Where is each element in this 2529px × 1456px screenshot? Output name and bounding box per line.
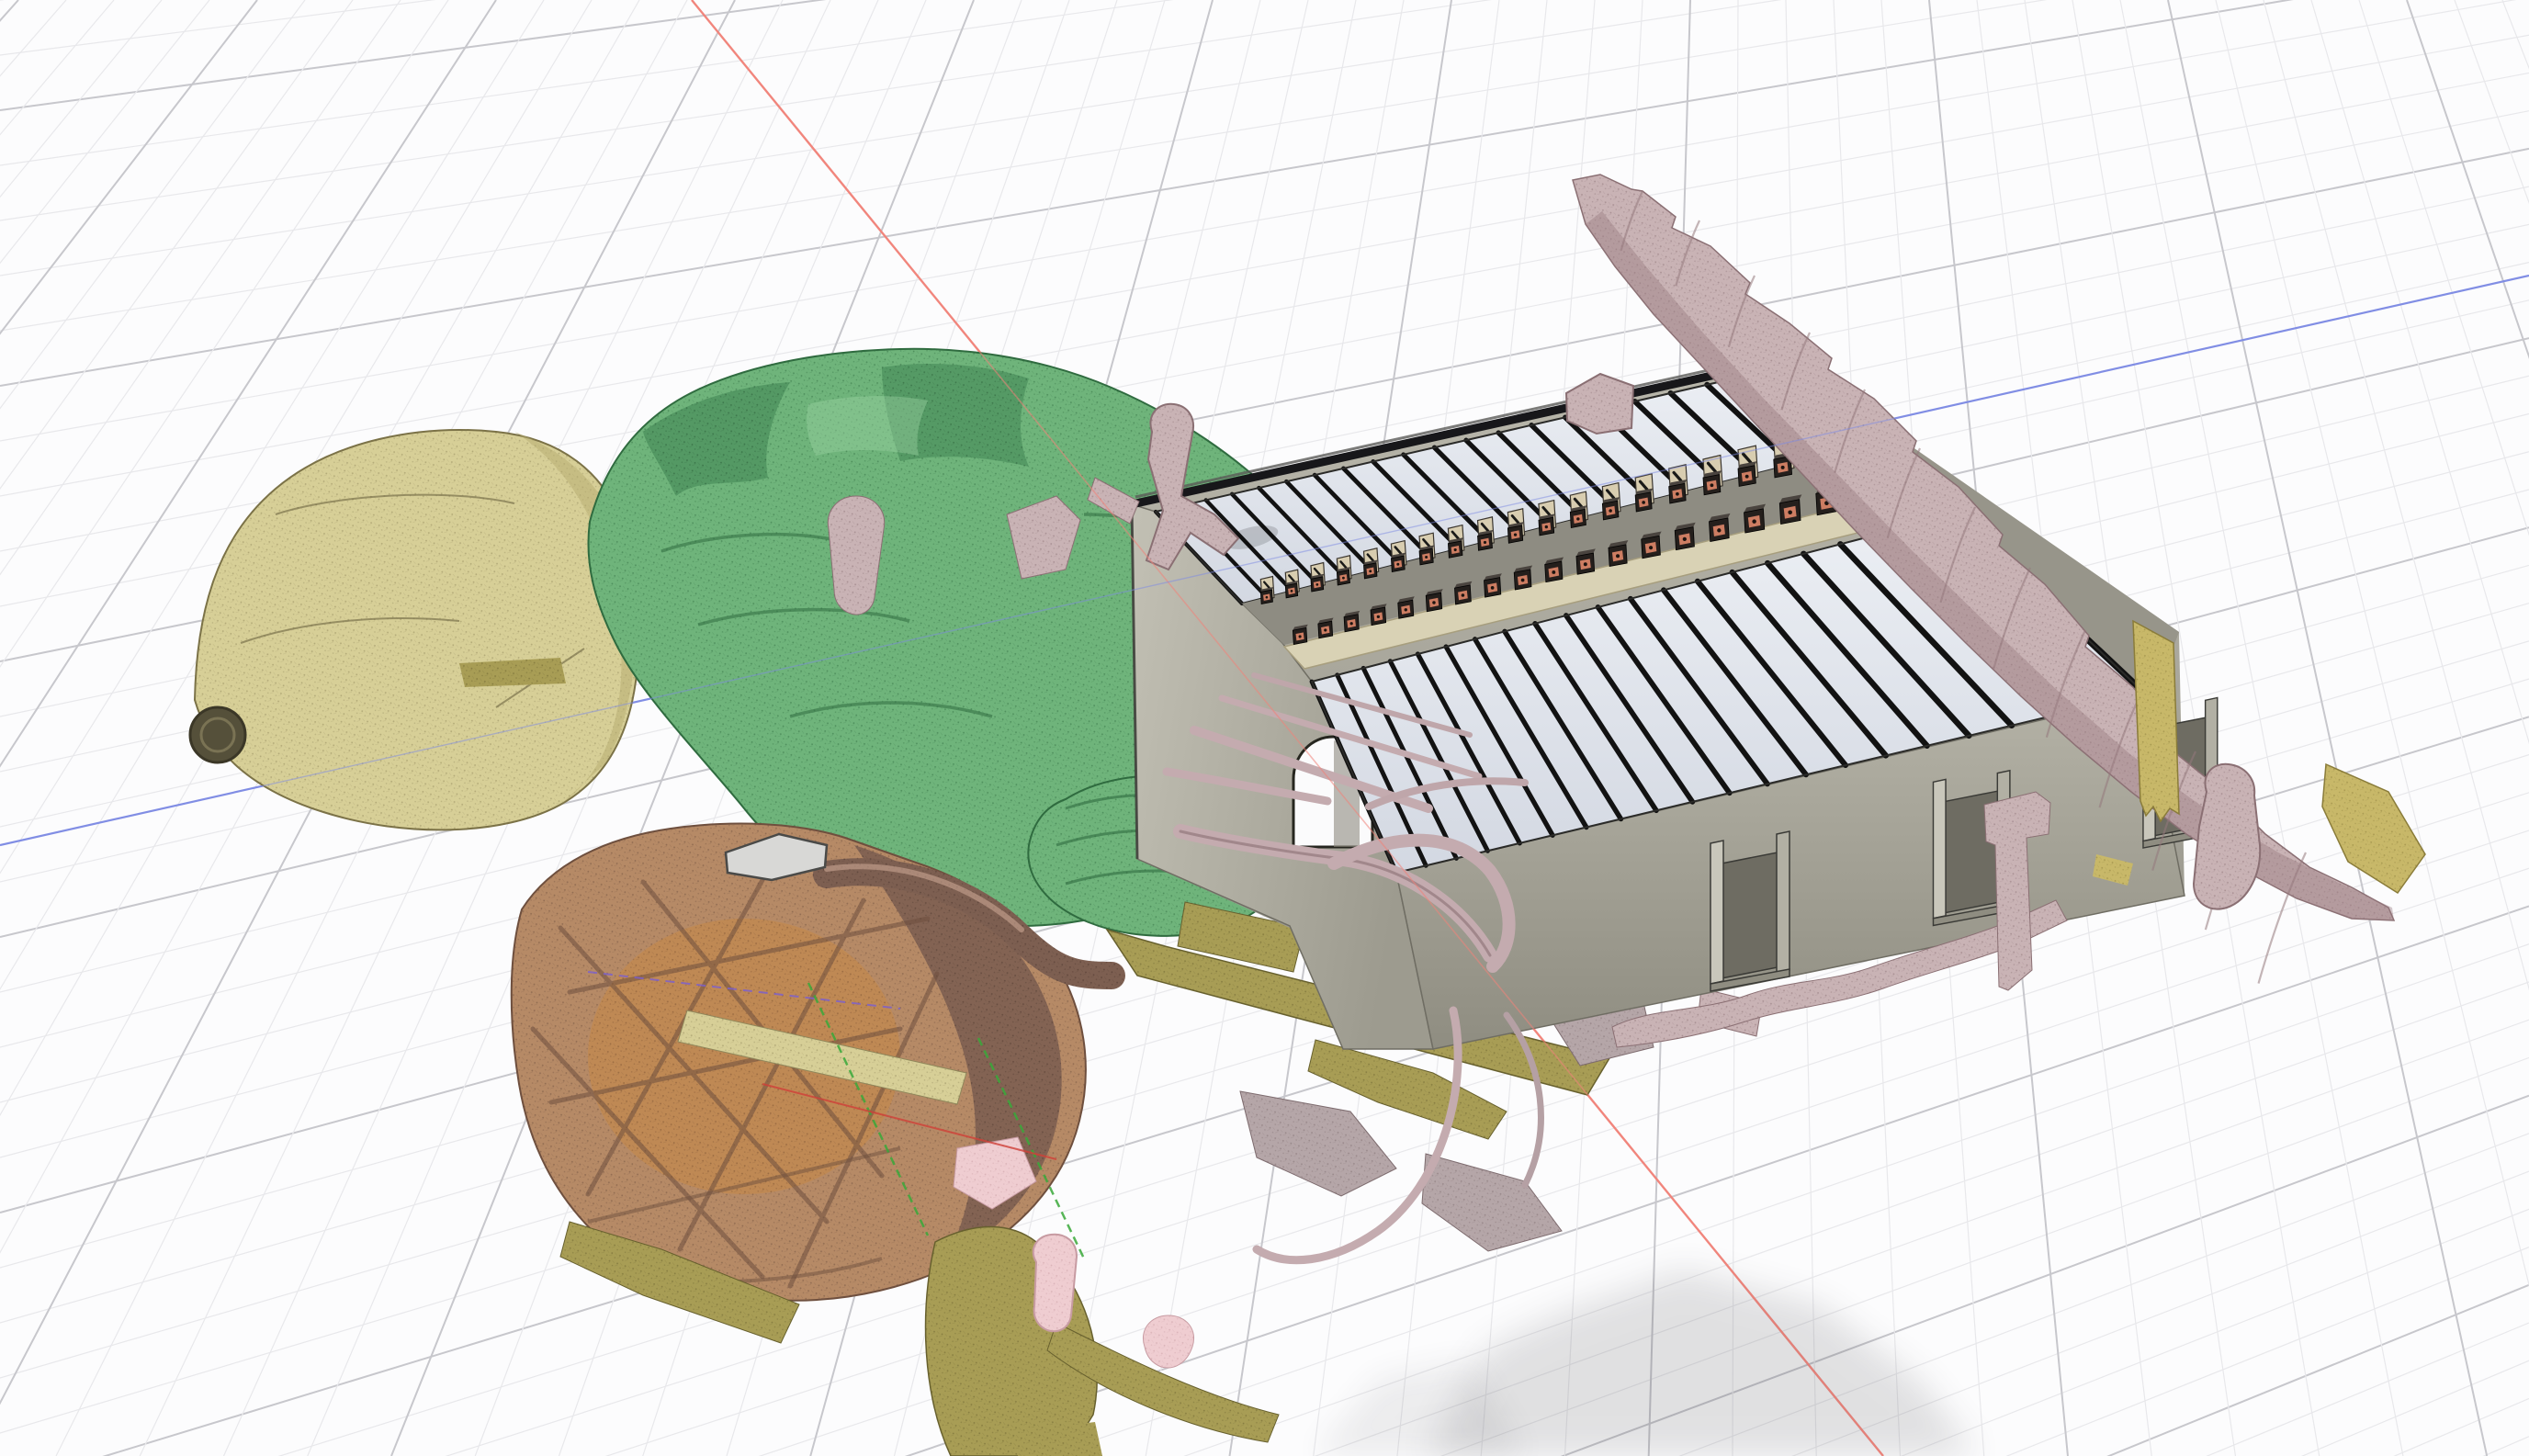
battery-cell-terminal[interactable] xyxy=(1709,514,1730,542)
grid-line xyxy=(0,982,2529,1456)
battery-cell-terminal[interactable] xyxy=(1448,525,1463,559)
terminal-dot xyxy=(1291,590,1293,593)
battery-cell-terminal[interactable] xyxy=(1635,474,1654,512)
terminal-dot xyxy=(1491,586,1495,590)
battery-cell-terminal[interactable] xyxy=(1293,625,1307,645)
grid-line xyxy=(0,1134,2529,1456)
scanned-engine-cover[interactable] xyxy=(190,430,639,830)
grid-line xyxy=(0,0,2529,220)
battery-cell-terminal[interactable] xyxy=(1260,577,1274,604)
terminal-dot xyxy=(1299,635,1302,638)
battery-cell-terminal[interactable] xyxy=(1398,596,1415,618)
battery-cell-terminal[interactable] xyxy=(1779,494,1801,524)
terminal-dot xyxy=(1576,517,1579,520)
battery-cell-terminal[interactable] xyxy=(1744,504,1767,533)
grid-line xyxy=(0,0,2529,55)
cad-3d-viewport[interactable] xyxy=(0,0,2529,1456)
terminal-dot xyxy=(1350,622,1353,625)
battery-cell-terminal[interactable] xyxy=(1426,589,1442,612)
terminal-dot xyxy=(1315,583,1318,586)
terminal-dot xyxy=(1454,548,1457,551)
battery-cell-terminal[interactable] xyxy=(1545,558,1564,582)
terminal-dot xyxy=(1425,556,1428,559)
terminal-dot xyxy=(1369,570,1372,572)
battery-cell-terminal[interactable] xyxy=(1454,581,1472,604)
grid-line xyxy=(2311,0,2529,1456)
terminal-dot xyxy=(1745,475,1749,479)
battery-cell-terminal[interactable] xyxy=(1371,604,1387,625)
terminal-dot xyxy=(1324,628,1327,631)
battery-cell-terminal[interactable] xyxy=(1576,548,1596,574)
battery-cell-terminal[interactable] xyxy=(1337,556,1351,585)
terminal-dot xyxy=(1462,593,1465,597)
battery-cell-terminal[interactable] xyxy=(1318,617,1334,638)
battery-cell-terminal[interactable] xyxy=(1514,566,1532,590)
terminal-dot xyxy=(1266,596,1269,599)
grid-line xyxy=(2407,0,2529,1456)
terminal-dot xyxy=(1514,533,1517,536)
battery-cell-terminal[interactable] xyxy=(1391,541,1406,572)
terminal-dot xyxy=(1545,525,1548,528)
terminal-dot xyxy=(1484,541,1486,544)
battery-cell-terminal[interactable] xyxy=(1311,563,1325,593)
battery-cell-terminal[interactable] xyxy=(1669,465,1688,503)
battery-cell-terminal[interactable] xyxy=(1344,611,1360,632)
terminal-dot xyxy=(1377,615,1380,618)
terminal-dot xyxy=(1432,601,1435,604)
terminal-dot xyxy=(1710,483,1714,487)
grid-line xyxy=(0,0,2529,331)
grid-line xyxy=(0,0,2529,110)
grid-line xyxy=(0,0,2529,276)
pink-capsule-shard[interactable] xyxy=(1033,1235,1077,1331)
battery-cell-terminal[interactable] xyxy=(1602,483,1620,520)
grid-line xyxy=(0,0,2529,165)
grid-line xyxy=(0,0,209,1456)
battery-cell-terminal[interactable] xyxy=(1642,532,1662,559)
cover-emblem xyxy=(190,707,245,762)
mustard-strip[interactable] xyxy=(2133,621,2179,821)
terminal-dot xyxy=(1609,509,1612,513)
battery-cell-terminal[interactable] xyxy=(1507,509,1524,543)
terminal-dot xyxy=(1683,537,1687,541)
battery-cell-terminal[interactable] xyxy=(1609,540,1628,567)
terminal-dot xyxy=(1521,579,1525,582)
terminal-dot xyxy=(1642,501,1645,504)
terminal-dot xyxy=(1649,546,1653,549)
battery-cell-terminal[interactable] xyxy=(1364,548,1379,579)
terminal-dot xyxy=(1676,492,1679,496)
terminal-dot xyxy=(1342,577,1345,580)
scan-block-on-rim[interactable] xyxy=(1566,374,1633,434)
terminal-dot xyxy=(1552,570,1555,574)
battery-cell-terminal[interactable] xyxy=(1285,570,1299,598)
battery-cell-terminal[interactable] xyxy=(1539,501,1556,536)
battery-cell-terminal[interactable] xyxy=(1484,573,1501,597)
grid-line xyxy=(2359,0,2529,1456)
terminal-dot xyxy=(1584,562,1587,566)
battery-cell-terminal[interactable] xyxy=(1478,517,1495,551)
terminal-dot xyxy=(1717,528,1721,532)
terminal-dot xyxy=(1396,563,1399,566)
olive-shard-right[interactable] xyxy=(2322,764,2425,893)
battery-cell-terminal[interactable] xyxy=(1570,491,1587,527)
grid-line xyxy=(0,944,2529,1456)
battery-cell-terminal[interactable] xyxy=(1675,523,1695,550)
terminal-dot xyxy=(1752,519,1756,523)
grid-line xyxy=(0,0,66,1456)
terminal-dot xyxy=(1781,466,1785,469)
grid-line xyxy=(0,0,2529,441)
battery-cell-terminal[interactable] xyxy=(1419,533,1435,565)
terminal-dot xyxy=(1788,510,1792,514)
terminal-dot xyxy=(1405,608,1407,611)
grid-line xyxy=(2264,0,2529,1456)
terminal-dot xyxy=(1616,554,1620,558)
